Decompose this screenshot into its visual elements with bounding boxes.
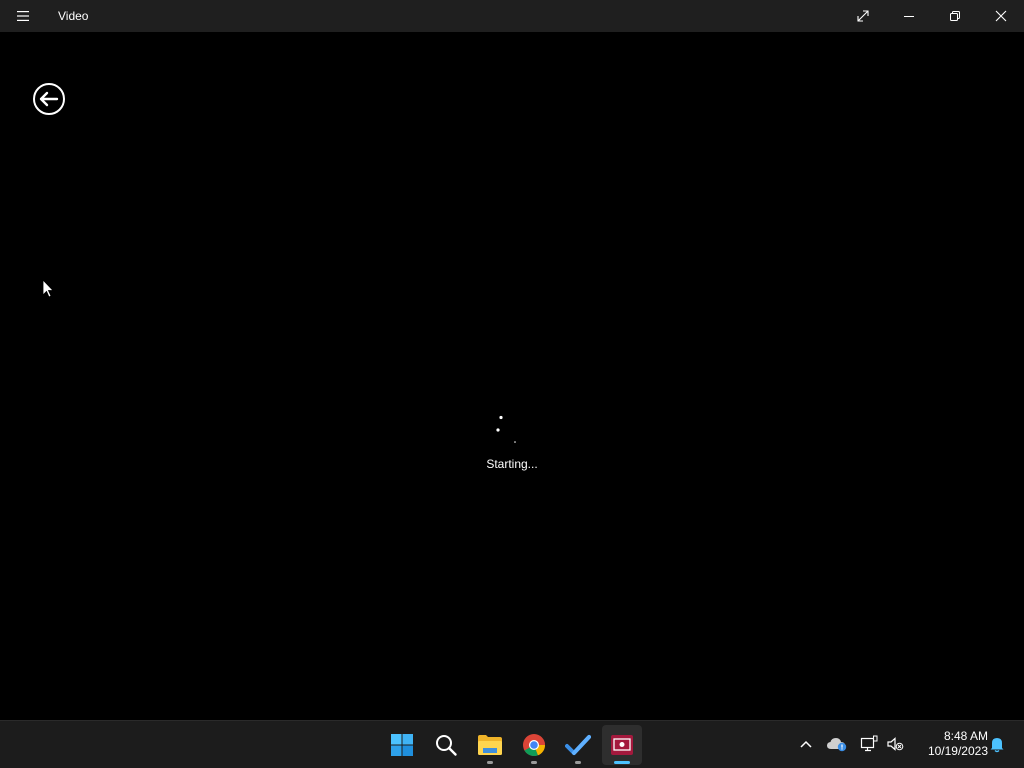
- notifications-button[interactable]: [986, 733, 1008, 755]
- restore-icon: [950, 11, 960, 21]
- video-content-area: Starting...: [0, 32, 1024, 720]
- folder-icon: [478, 735, 502, 755]
- show-hidden-icons-button[interactable]: [795, 733, 817, 755]
- bell-icon: [990, 738, 1004, 753]
- search-icon: [436, 735, 457, 756]
- onedrive-icon: [827, 738, 847, 752]
- active-indicator: [614, 761, 630, 764]
- volume-button[interactable]: [884, 733, 906, 755]
- checkmark-icon: [565, 735, 591, 755]
- hamburger-menu-icon: [17, 11, 29, 21]
- onedrive-button[interactable]: [826, 733, 848, 755]
- todo-button[interactable]: [558, 725, 598, 765]
- network-icon: [860, 735, 878, 752]
- minimize-button[interactable]: [886, 0, 932, 32]
- close-icon: [995, 10, 1007, 22]
- mouse-cursor-icon: [42, 279, 54, 298]
- chevron-up-icon: [800, 740, 812, 748]
- clock-date: 10/19/2023: [927, 744, 988, 758]
- loading-status-text: Starting...: [486, 457, 538, 471]
- running-indicator: [487, 761, 493, 764]
- minimize-icon: [904, 16, 914, 17]
- back-button[interactable]: [32, 82, 66, 116]
- menu-button[interactable]: [8, 0, 38, 32]
- chrome-button[interactable]: [514, 725, 554, 765]
- running-indicator: [575, 761, 581, 764]
- fullscreen-button[interactable]: [840, 0, 886, 32]
- back-arrow-circle-icon: [33, 83, 65, 115]
- system-clock[interactable]: 8:48 AM 10/19/2023: [912, 729, 988, 759]
- close-button[interactable]: [978, 0, 1024, 32]
- file-explorer-button[interactable]: [470, 725, 510, 765]
- window-title: Video: [58, 9, 89, 23]
- search-button[interactable]: [426, 725, 466, 765]
- windows-start-icon: [391, 734, 413, 756]
- taskbar: 8:48 AM 10/19/2023: [0, 720, 1024, 768]
- volume-muted-icon: [887, 737, 904, 751]
- remote-desktop-icon: [611, 735, 633, 755]
- clock-time: 8:48 AM: [943, 729, 988, 743]
- loading-spinner-icon: [496, 415, 516, 443]
- chrome-icon: [523, 734, 546, 757]
- remote-app-button[interactable]: [602, 725, 642, 765]
- network-button[interactable]: [858, 733, 880, 755]
- start-button[interactable]: [382, 725, 422, 765]
- title-bar: Video: [0, 0, 1024, 32]
- fullscreen-icon: [857, 10, 869, 22]
- restore-button[interactable]: [932, 0, 978, 32]
- running-indicator: [531, 761, 537, 764]
